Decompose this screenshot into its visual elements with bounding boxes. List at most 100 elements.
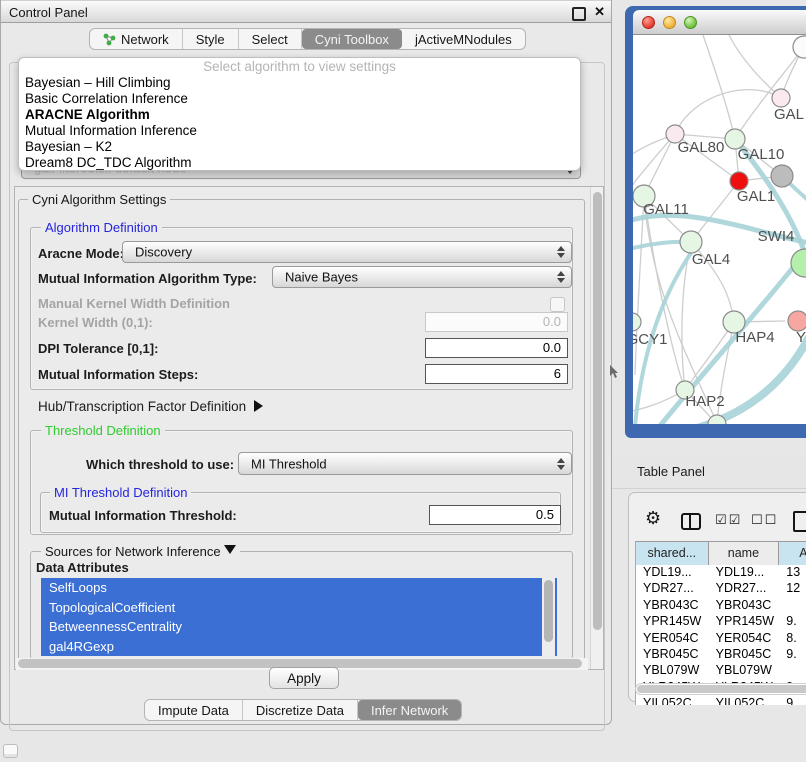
which-threshold-combo[interactable]: MI Threshold [238, 452, 572, 475]
table-row[interactable]: YER054CYER054C8. [636, 630, 806, 646]
bottom-tabbar: Impute DataDiscretize Data Infer Network [144, 699, 462, 721]
table-cell: 8. [779, 630, 806, 646]
tab-label: Network [121, 32, 169, 47]
table-row[interactable]: YBL079WYBL079W [636, 662, 806, 678]
kernel-width-field[interactable]: 0.0 [425, 312, 568, 332]
network-edge-highlighted [659, 265, 795, 424]
apply-button[interactable]: Apply [269, 667, 339, 689]
minimize-traffic-light-icon[interactable] [663, 16, 676, 29]
combo-stepper-icon [557, 271, 564, 283]
hub-tf-definition-toggle[interactable]: Hub/Transcription Factor Definition [38, 399, 263, 414]
column-header-name[interactable]: name [709, 542, 780, 565]
algorithm-option-aracne-algorithm[interactable]: ARACNE Algorithm [19, 107, 580, 123]
dpi-tolerance-field[interactable]: 0.0 [425, 338, 568, 358]
zoom-traffic-light-icon[interactable] [684, 16, 697, 29]
node-gal-top[interactable] [772, 89, 790, 107]
column-header-a[interactable]: A [779, 542, 806, 565]
data-attributes-list: SelfLoopsTopologicalCoefficientBetweenne… [41, 578, 557, 656]
sources-title[interactable]: Sources for Network Inference [41, 544, 240, 559]
mi-threshold-field[interactable]: 0.5 [429, 505, 561, 525]
node-label-gal11: GAL11 [643, 201, 689, 218]
network-icon [103, 33, 116, 46]
mouse-cursor [610, 365, 620, 378]
tab-infer-network[interactable]: Infer Network [358, 700, 461, 720]
dpi-tolerance-label: DPI Tolerance [0,1]: [38, 341, 158, 356]
tab-label: Infer Network [371, 703, 448, 718]
kernel-width-label: Kernel Width (0,1): [38, 315, 153, 330]
algorithm-option-dream8-dc-tdc-algorithm[interactable]: Dream8 DC_TDC Algorithm [19, 155, 580, 171]
collapsed-panel-icon[interactable] [3, 744, 18, 758]
expanded-arrow-icon[interactable] [224, 545, 236, 554]
tab-discretize-data[interactable]: Discretize Data [243, 700, 358, 720]
table-cell: YDL19... [636, 564, 709, 580]
table-row[interactable]: YIL052CYIL052C9 [636, 695, 806, 705]
settings-vertical-scrollbar[interactable] [590, 187, 603, 669]
tab-label: Style [196, 32, 225, 47]
mi-steps-label: Mutual Information Steps: [38, 367, 198, 382]
algorithm-option-mutual-information-inference[interactable]: Mutual Information Inference [19, 123, 580, 139]
tab-network[interactable]: Network [90, 29, 183, 49]
table-row[interactable]: YPR145WYPR145W9. [636, 613, 806, 629]
attributes-scrollbar-thumb[interactable] [544, 580, 553, 642]
algorithm-option-bayesian-k2[interactable]: Bayesian – K2 [19, 139, 580, 155]
close-traffic-light-icon[interactable] [642, 16, 655, 29]
mi-algorithm-type-combo[interactable]: Naive Bayes [272, 266, 572, 288]
tab-jactivemnodules[interactable]: jActiveMNodules [402, 29, 525, 49]
mi-steps-field[interactable]: 6 [425, 364, 568, 384]
column-header-shared[interactable]: shared... [636, 542, 709, 565]
aracne-mode-combo[interactable]: Discovery [122, 241, 572, 263]
attributes-scrollbar[interactable] [542, 578, 555, 656]
table-horizontal-scrollbar[interactable] [635, 683, 806, 695]
unchecked-boxes-icon[interactable]: ☐☐ [751, 513, 778, 528]
table-row[interactable]: YDL19...YDL19...13 [636, 564, 806, 580]
node-gal4[interactable] [680, 231, 702, 253]
collapsed-arrow-icon[interactable] [254, 400, 263, 412]
network-graph: GALGAL80GAL10GAL1GAL11SWI4GAL4GCY1HAP4YH… [633, 35, 806, 424]
table-hscroll-thumb[interactable] [637, 685, 806, 693]
table-cell [779, 597, 806, 613]
settings-vscroll-thumb[interactable] [593, 192, 602, 630]
table-cell: YBL079W [709, 662, 780, 678]
network-canvas[interactable]: GALGAL80GAL10GAL1GAL11SWI4GAL4GCY1HAP4YH… [633, 35, 806, 424]
tab-label: Select [252, 32, 288, 47]
node-label-swi4: SWI4 [758, 228, 795, 245]
table-header-row: shared...nameA [636, 541, 806, 564]
tab-impute-data[interactable]: Impute Data [145, 700, 243, 720]
algorithm-option-basic-correlation-inference[interactable]: Basic Correlation Inference [19, 91, 580, 107]
tab-cyni-toolbox[interactable]: Cyni Toolbox [302, 29, 402, 49]
table-panel-titlebar[interactable]: Table Panel [612, 455, 806, 489]
document-icon[interactable] [793, 511, 806, 532]
control-panel-titlebar[interactable]: Control Panel ✕ [1, 0, 611, 23]
tab-select[interactable]: Select [239, 29, 302, 49]
attribute-gal4rgexp[interactable]: gal4RGexp [41, 637, 557, 657]
attribute-betweennesscentrality[interactable]: BetweennessCentrality [41, 617, 557, 637]
table-row[interactable]: YBR043CYBR043C [636, 597, 806, 613]
manual-kernel-width-label: Manual Kernel Width Definition [38, 296, 230, 311]
checked-boxes-icon[interactable]: ☑☑ [715, 513, 742, 528]
table-cell [779, 662, 806, 678]
node-top-right[interactable] [793, 36, 806, 58]
aracne-mode-value: Discovery [135, 245, 192, 260]
tab-style[interactable]: Style [183, 29, 239, 49]
data-attributes-label: Data Attributes [36, 560, 129, 575]
float-window-icon[interactable] [572, 7, 586, 21]
attribute-topologicalcoefficient[interactable]: TopologicalCoefficient [41, 598, 557, 618]
table-row[interactable]: YDR27...YDR27...12 [636, 580, 806, 596]
algorithm-dropdown-placeholder: Select algorithm to view settings [19, 58, 580, 75]
close-icon[interactable]: ✕ [594, 4, 605, 20]
node-gray[interactable] [771, 165, 793, 187]
table-row[interactable]: YBR045CYBR045C9. [636, 646, 806, 662]
algorithm-option-bayesian-hill-climbing[interactable]: Bayesian – Hill Climbing [19, 75, 580, 91]
settings-gear-icon[interactable]: ⚙ [645, 508, 661, 529]
split-columns-icon[interactable] [681, 513, 701, 530]
network-window-titlebar[interactable] [633, 10, 806, 35]
control-panel-title: Control Panel [9, 5, 88, 20]
node-swi4[interactable] [791, 249, 806, 277]
node-salmon[interactable] [788, 311, 806, 331]
attribute-selfloops[interactable]: SelfLoops [41, 578, 557, 598]
node-gcy1[interactable] [633, 313, 641, 331]
table-cell: YBL079W [636, 662, 709, 678]
manual-kernel-width-checkbox[interactable] [550, 297, 565, 312]
table-panel-title: Table Panel [637, 464, 705, 479]
node-label-gcy1: GCY1 [633, 331, 667, 348]
